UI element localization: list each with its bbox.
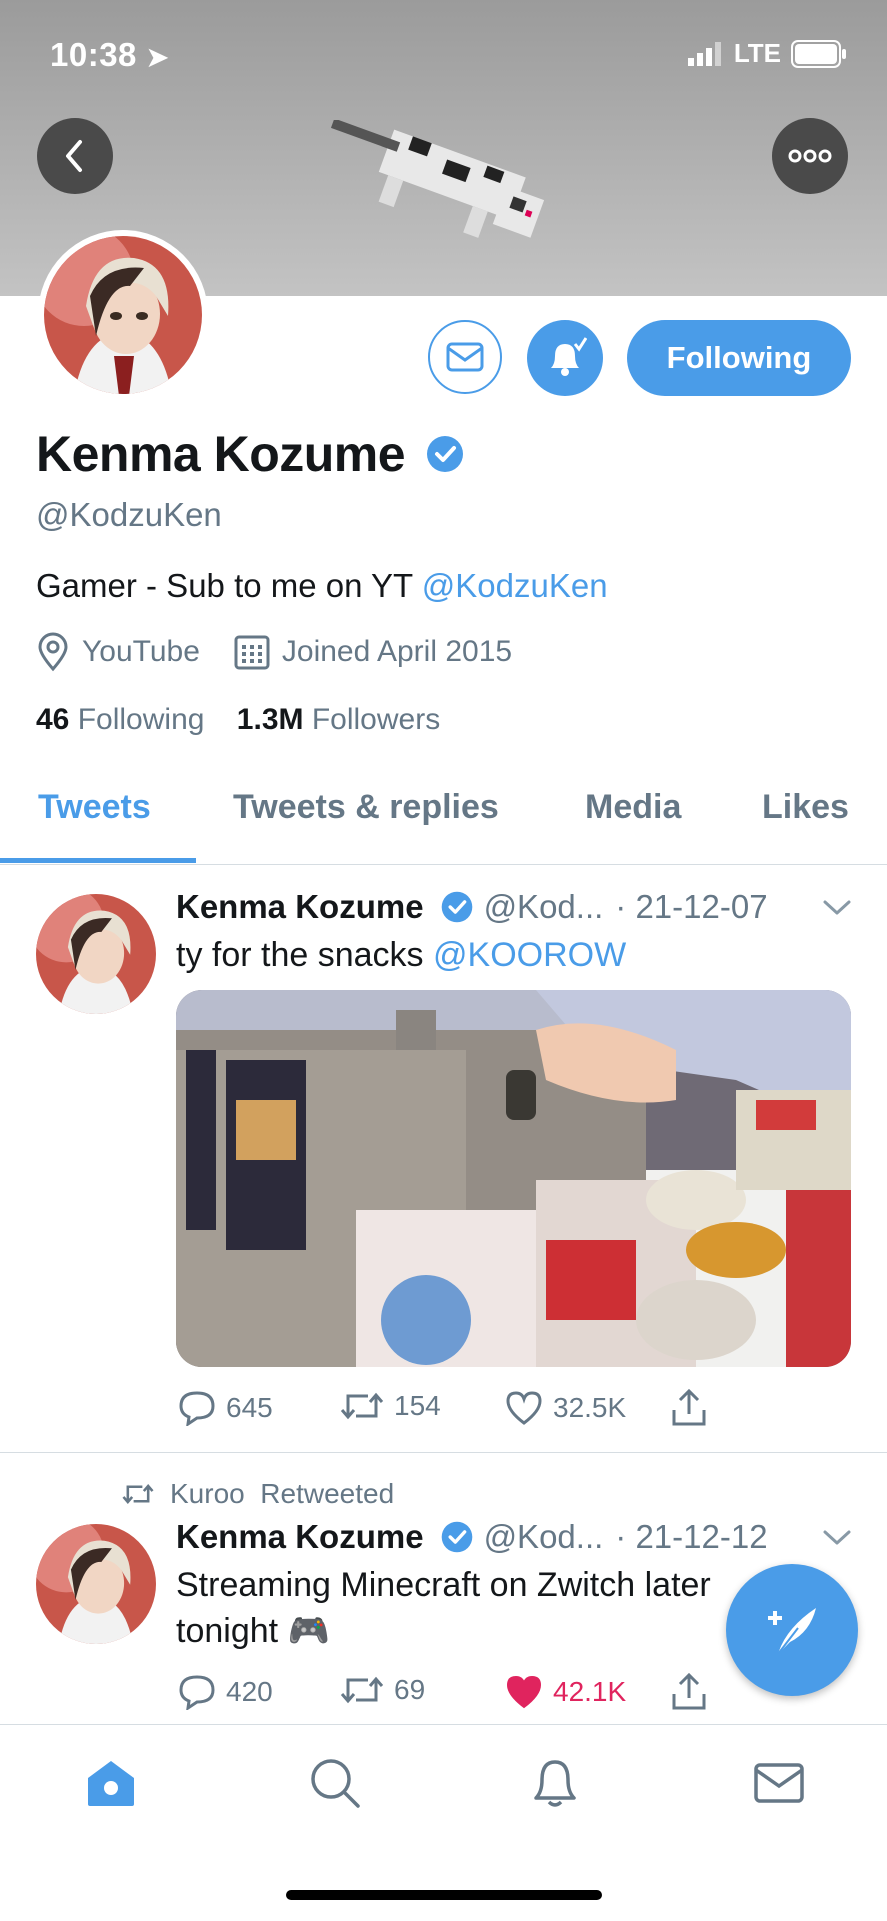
chevron-left-icon (66, 140, 82, 172)
network-label: LTE (733, 38, 781, 68)
profile-bio: Gamer - Sub to me on YT @KodzuKen (36, 567, 608, 605)
retweet-icon (340, 1676, 384, 1704)
share-icon[interactable] (670, 1388, 708, 1428)
tabs-divider (0, 864, 887, 865)
following-button[interactable]: Following (627, 320, 851, 396)
envelope-icon (754, 1763, 804, 1803)
followers-count: 1.3M (236, 703, 304, 736)
tweet-mention-link[interactable]: @KOOROW (433, 936, 626, 974)
message-button[interactable] (428, 320, 502, 394)
home-indicator (286, 1890, 602, 1900)
tab-tweets-replies[interactable]: Tweets & replies (233, 788, 499, 827)
reply-action[interactable]: 645 (178, 1390, 273, 1426)
heart-filled-icon (506, 1675, 542, 1709)
tweet-body: ty for the snacks (176, 936, 433, 974)
retweet-action[interactable]: 154 (340, 1390, 441, 1422)
signal-icon (687, 41, 721, 66)
tweet-header: Kenma Kozume @Kod... · 21-12-12 (176, 1518, 768, 1556)
banner-cat-image (330, 120, 545, 238)
bell-check-icon (551, 337, 587, 376)
compose-tweet-button[interactable] (726, 1564, 858, 1696)
nav-messages-button[interactable] (744, 1748, 814, 1818)
status-time: 10:38 ➤ (50, 36, 169, 73)
nav-home-button[interactable] (76, 1748, 146, 1818)
tweet-media-image[interactable] (176, 990, 851, 1367)
bell-icon (534, 1760, 576, 1807)
envelope-icon (446, 342, 484, 372)
nav-notifications-button[interactable] (520, 1748, 590, 1818)
tweet-avatar[interactable] (36, 1524, 156, 1644)
notifications-toggle-button[interactable] (527, 320, 603, 396)
profile-handle: @KodzuKen (36, 496, 222, 533)
back-button[interactable] (37, 118, 113, 194)
retweet-icon (340, 1392, 384, 1420)
nav-search-button[interactable] (300, 1748, 370, 1818)
profile-meta: YouTube Joined April 2015 (36, 632, 512, 672)
retweet-small-icon (122, 1484, 154, 1504)
followers-count-link[interactable]: 1.3M Followers (237, 703, 440, 736)
retweeted-by-row: Kuroo Retweeted (122, 1478, 394, 1510)
share-icon[interactable] (670, 1672, 708, 1712)
following-count-link[interactable]: 46 Following (36, 703, 204, 736)
profile-display-name: Kenma Kozume (36, 425, 465, 483)
tweet-avatar[interactable] (36, 894, 156, 1014)
joined-date-text: Joined April 2015 (281, 635, 513, 668)
more-options-button[interactable] (772, 118, 848, 194)
like-count: 42.1K (553, 1676, 627, 1707)
follow-counts: 46 Following 1.3M Followers (36, 703, 440, 737)
tab-tweets[interactable]: Tweets (38, 788, 151, 827)
reply-count: 420 (226, 1676, 273, 1707)
retweet-count: 154 (394, 1390, 441, 1421)
battery-icon (791, 39, 846, 68)
like-action[interactable]: 32.5K (505, 1390, 626, 1426)
following-count: 46 (36, 703, 70, 736)
profile-avatar[interactable] (38, 230, 208, 400)
tweet-body-line-2: tonight 🎮 (176, 1612, 330, 1650)
bio-mention-link[interactable]: @KodzuKen (422, 567, 608, 604)
heart-icon (506, 1391, 542, 1425)
tab-likes[interactable]: Likes (762, 788, 849, 827)
bio-text: Gamer - Sub to me on YT (36, 567, 422, 604)
retweeted-by-text[interactable]: Kuroo Retweeted (170, 1478, 394, 1510)
status-indicators: LTE (687, 38, 847, 69)
tweet-date: · 21-12-07 (615, 888, 768, 925)
tweet-date: · 21-12-12 (615, 1518, 768, 1555)
tweet-header: Kenma Kozume @Kod... · 21-12-07 (176, 888, 768, 926)
reply-icon (179, 1391, 215, 1426)
profile-name-text: Kenma Kozume (36, 426, 406, 482)
tab-media[interactable]: Media (585, 788, 681, 827)
verified-badge-icon (441, 891, 472, 923)
avatar-image (44, 236, 202, 394)
chevron-down-icon[interactable] (822, 1528, 852, 1548)
tweet-author-name[interactable]: Kenma Kozume (176, 888, 424, 926)
tweet-author-name[interactable]: Kenma Kozume (176, 1518, 424, 1556)
tweet-divider (0, 1452, 887, 1453)
reply-action[interactable]: 420 (178, 1674, 273, 1710)
ellipsis-icon (788, 149, 832, 163)
tweet-text: ty for the snacks @KOOROW (176, 932, 626, 978)
tweet-author-handle: @Kod... (483, 1518, 604, 1555)
search-icon (311, 1759, 360, 1808)
like-action[interactable]: 42.1K (505, 1674, 626, 1710)
following-label: Following (77, 703, 205, 736)
home-icon (88, 1761, 134, 1806)
reply-count: 645 (226, 1392, 273, 1423)
retweet-count: 69 (394, 1674, 426, 1705)
location-pin-icon (38, 632, 68, 672)
location-arrow-icon: ➤ (146, 42, 169, 72)
location-text[interactable]: YouTube (82, 635, 200, 669)
tweet-author-handle: @Kod... (483, 888, 604, 925)
calendar-icon (234, 635, 270, 670)
active-tab-indicator (0, 858, 196, 863)
retweet-action[interactable]: 69 (340, 1674, 425, 1706)
chevron-down-icon[interactable] (822, 898, 852, 918)
feather-plus-icon (768, 1608, 816, 1655)
verified-badge-icon (427, 436, 464, 472)
like-count: 32.5K (553, 1392, 627, 1423)
tweet-body-line-1: Streaming Minecraft on Zwitch later (176, 1566, 711, 1604)
reply-icon (179, 1675, 215, 1710)
tweet-text: Streaming Minecraft on Zwitch later toni… (176, 1562, 756, 1654)
verified-badge-icon (441, 1521, 472, 1553)
followers-label: Followers (311, 703, 441, 736)
